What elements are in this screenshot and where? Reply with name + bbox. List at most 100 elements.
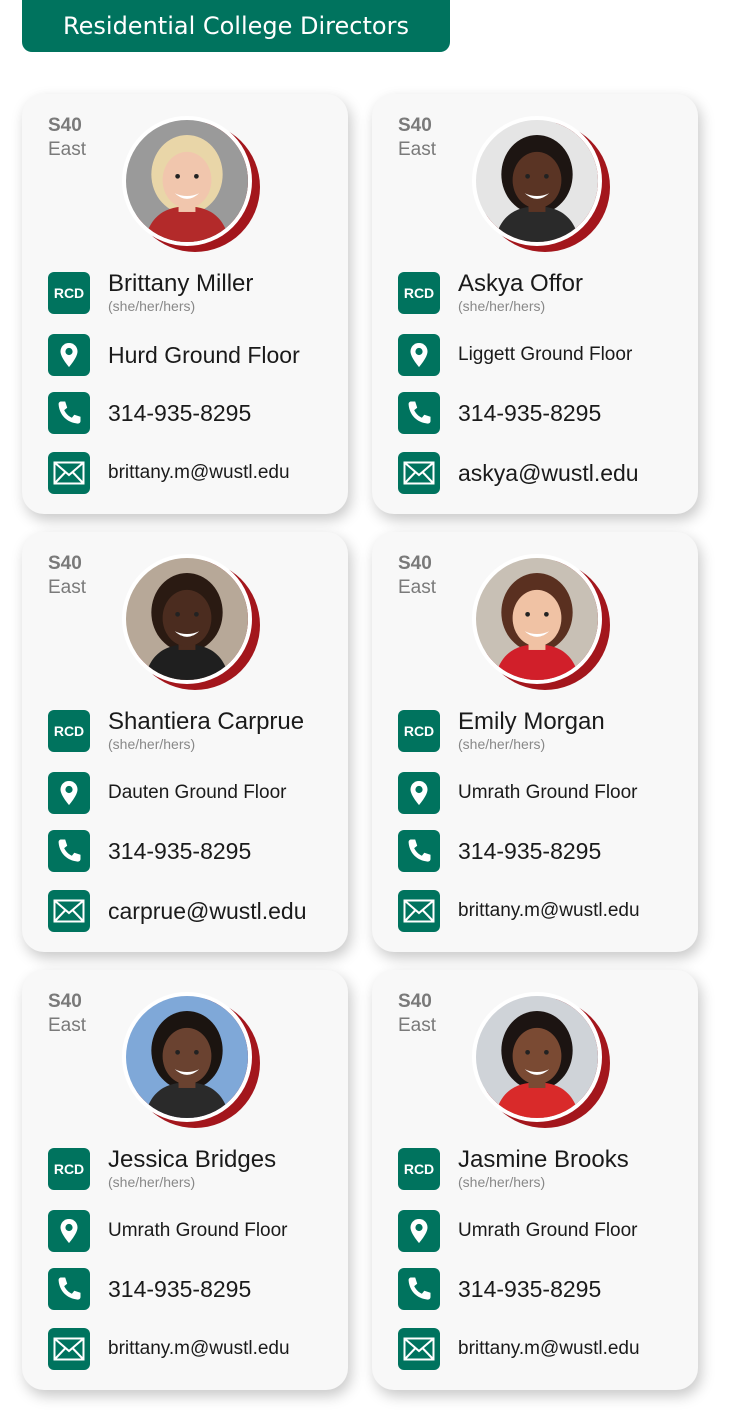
avatar (122, 554, 252, 684)
envelope-icon[interactable] (48, 890, 90, 932)
director-name: Askya Offor (458, 270, 583, 297)
avatar (122, 116, 252, 246)
director-name: Emily Morgan (458, 708, 605, 735)
location-text: Umrath Ground Floor (458, 782, 638, 803)
building-code: S40 (48, 115, 82, 136)
email-link[interactable]: brittany.m@wustl.edu (458, 1328, 640, 1370)
name-row: RCD Emily Morgan (she/her/hers) (398, 708, 605, 752)
rcd-badge: RCD (398, 710, 440, 752)
building-area: East (48, 577, 87, 598)
email-row[interactable]: carprue@wustl.edu (48, 890, 307, 932)
director-name: Jasmine Brooks (458, 1146, 629, 1173)
phone-link[interactable]: 314-935-8295 (108, 1268, 251, 1310)
map-pin-icon (398, 334, 440, 376)
map-pin-icon (398, 1210, 440, 1252)
director-photo (472, 116, 610, 252)
page-title: Residential College Directors (22, 0, 450, 52)
email-link[interactable]: carprue@wustl.edu (108, 890, 307, 932)
name-row: RCD Brittany Miller (she/her/hers) (48, 270, 254, 314)
director-pronouns: (she/her/hers) (108, 736, 196, 752)
email-row[interactable]: brittany.m@wustl.edu (398, 890, 640, 932)
director-photo (472, 992, 610, 1128)
map-pin-icon (48, 1210, 90, 1252)
envelope-icon[interactable] (48, 1328, 90, 1370)
avatar (472, 116, 602, 246)
phone-icon[interactable] (398, 392, 440, 434)
phone-link[interactable]: 314-935-8295 (458, 392, 601, 434)
location-row: Liggett Ground Floor (398, 334, 632, 376)
map-pin-icon (48, 772, 90, 814)
building-label: S40 East (48, 114, 86, 162)
name-row: RCD Jessica Bridges (she/her/hers) (48, 1146, 277, 1190)
email-link[interactable]: askya@wustl.edu (458, 452, 639, 494)
phone-row[interactable]: 314-935-8295 (398, 830, 601, 872)
rcd-badge: RCD (48, 1148, 90, 1190)
director-photo (122, 554, 260, 690)
phone-icon[interactable] (398, 1268, 440, 1310)
location-row: Umrath Ground Floor (398, 1210, 638, 1252)
director-name: Brittany Miller (108, 270, 254, 297)
email-row[interactable]: brittany.m@wustl.edu (398, 1328, 640, 1370)
avatar (122, 992, 252, 1122)
building-code: S40 (398, 991, 432, 1012)
director-photo (472, 554, 610, 690)
envelope-icon[interactable] (398, 1328, 440, 1370)
location-row: Hurd Ground Floor (48, 334, 300, 376)
email-row[interactable]: brittany.m@wustl.edu (48, 452, 290, 494)
building-code: S40 (48, 991, 82, 1012)
email-link[interactable]: brittany.m@wustl.edu (108, 452, 290, 494)
phone-link[interactable]: 314-935-8295 (458, 830, 601, 872)
location-text: Liggett Ground Floor (458, 344, 633, 365)
director-pronouns: (she/her/hers) (108, 1174, 196, 1190)
name-row: RCD Jasmine Brooks (she/her/hers) (398, 1146, 629, 1190)
phone-link[interactable]: 314-935-8295 (108, 830, 251, 872)
location-text: Umrath Ground Floor (458, 1220, 638, 1241)
building-area: East (398, 1015, 437, 1036)
phone-icon[interactable] (48, 830, 90, 872)
location-row: Umrath Ground Floor (398, 772, 638, 814)
director-pronouns: (she/her/hers) (458, 736, 546, 752)
building-label: S40 East (48, 990, 86, 1038)
building-area: East (48, 139, 87, 160)
director-pronouns: (she/her/hers) (458, 1174, 546, 1190)
phone-row[interactable]: 314-935-8295 (48, 1268, 251, 1310)
phone-link[interactable]: 314-935-8295 (458, 1268, 601, 1310)
phone-row[interactable]: 314-935-8295 (398, 392, 601, 434)
phone-icon[interactable] (398, 830, 440, 872)
envelope-icon[interactable] (398, 452, 440, 494)
phone-link[interactable]: 314-935-8295 (108, 392, 251, 434)
director-name: Jessica Bridges (108, 1146, 277, 1173)
phone-row[interactable]: 314-935-8295 (398, 1268, 601, 1310)
email-link[interactable]: brittany.m@wustl.edu (108, 1328, 290, 1370)
location-text: Umrath Ground Floor (108, 1220, 288, 1241)
email-row[interactable]: askya@wustl.edu (398, 452, 639, 494)
avatar (472, 992, 602, 1122)
building-code: S40 (48, 553, 82, 574)
email-row[interactable]: brittany.m@wustl.edu (48, 1328, 290, 1370)
building-label: S40 East (398, 990, 436, 1038)
director-name: Shantiera Carprue (108, 708, 305, 735)
envelope-icon[interactable] (48, 452, 90, 494)
building-code: S40 (398, 553, 432, 574)
director-card: S40 East RCD Jasmine Brooks (she/her/her… (372, 970, 698, 1390)
location-text: Hurd Ground Floor (108, 342, 300, 368)
director-card: S40 East RCD Brittany Miller (she/her/he… (22, 94, 348, 514)
phone-icon[interactable] (48, 392, 90, 434)
building-area: East (48, 1015, 87, 1036)
rcd-badge: RCD (398, 272, 440, 314)
director-pronouns: (she/her/hers) (458, 298, 546, 314)
phone-icon[interactable] (48, 1268, 90, 1310)
director-card: S40 East RCD Jessica Bridges (she/her/he… (22, 970, 348, 1390)
envelope-icon[interactable] (398, 890, 440, 932)
map-pin-icon (398, 772, 440, 814)
director-card: S40 East RCD Emily Morgan (she/her/hers)… (372, 532, 698, 952)
director-pronouns: (she/her/hers) (108, 298, 196, 314)
phone-row[interactable]: 314-935-8295 (48, 830, 251, 872)
building-area: East (398, 139, 437, 160)
location-text: Dauten Ground Floor (108, 782, 287, 803)
rcd-badge: RCD (398, 1148, 440, 1190)
location-row: Umrath Ground Floor (48, 1210, 288, 1252)
building-code: S40 (398, 115, 432, 136)
phone-row[interactable]: 314-935-8295 (48, 392, 251, 434)
email-link[interactable]: brittany.m@wustl.edu (458, 890, 640, 932)
